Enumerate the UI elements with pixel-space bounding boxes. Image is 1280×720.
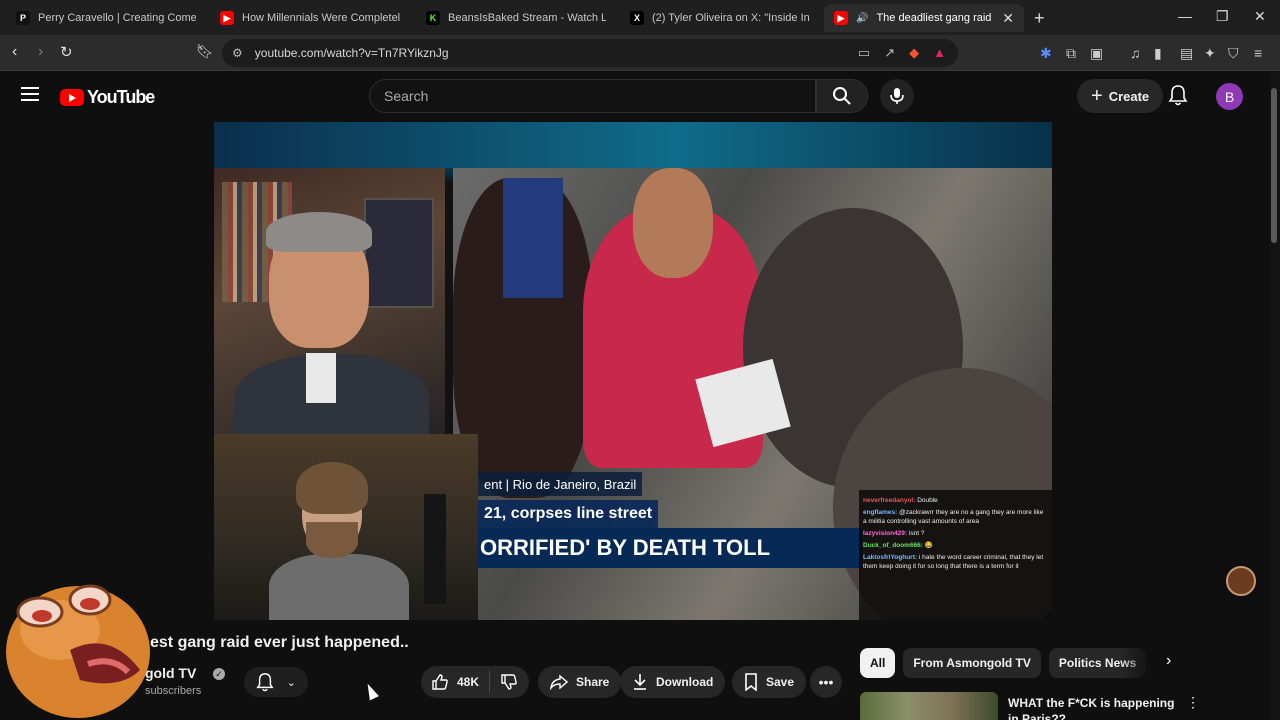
bell-icon	[256, 673, 274, 692]
back-icon[interactable]: ‹	[12, 43, 17, 61]
subscription-notifications-button[interactable]: ⌄	[244, 667, 308, 697]
thumbs-down-icon	[501, 674, 517, 690]
cast-icon[interactable]: ▭	[858, 45, 870, 61]
search-input[interactable]: Search	[369, 79, 816, 113]
floating-streamer-emote[interactable]	[1226, 566, 1256, 596]
browser-tab-4[interactable]: X (2) Tyler Oliveira on X: "Inside India…	[620, 4, 820, 32]
chip-all[interactable]: All	[860, 648, 896, 678]
like-dislike-group: 48K	[421, 666, 529, 698]
chevron-right-icon[interactable]: ›	[1166, 652, 1171, 670]
puzzle-extensions-icon[interactable]: ⧉	[1066, 45, 1076, 62]
chat-message: lazyvision429: isnt ?	[863, 530, 925, 537]
youtube-icon: ▶	[220, 11, 234, 25]
guest-webcam	[214, 168, 445, 434]
search-icon	[833, 87, 851, 105]
browser-toolbar: ‹ › ↻ 🔖︎ ⚙ youtube.com/watch?v=Tn7RYikzn…	[0, 35, 1280, 71]
stream-chat-overlay: neverfreedanyol: Double engflames: @zack…	[859, 490, 1052, 620]
create-button[interactable]: + Create	[1077, 79, 1164, 113]
scrollbar-thumb[interactable]	[1271, 88, 1277, 243]
sidebar-icon[interactable]: ▮	[1154, 45, 1162, 62]
bookmark-icon[interactable]: 🔖︎	[196, 43, 214, 60]
screenshot-icon[interactable]: ▣	[1090, 45, 1103, 62]
plus-icon: +	[1091, 84, 1103, 107]
minimize-icon[interactable]: —	[1178, 8, 1192, 24]
media-icon[interactable]: ♫	[1130, 45, 1141, 61]
wallet-icon[interactable]: ▤	[1180, 45, 1193, 62]
share-arrow-icon	[550, 674, 568, 690]
more-horizontal-icon: •••	[818, 674, 834, 690]
browser-tab-5-active[interactable]: ▶ 🔊 The deadliest gang raid ever j ✕	[824, 4, 1024, 32]
streamer-webcam	[214, 434, 478, 620]
kick-icon: K	[426, 11, 440, 25]
recommended-video[interactable]: WHAT the F*CK is happening in Paris?? ⋮	[860, 692, 1260, 720]
forward-icon[interactable]: ›	[38, 43, 43, 61]
download-icon	[634, 674, 646, 690]
chat-message: LaktosfriYoghurt: i hate the word career…	[863, 554, 1044, 570]
chevron-down-icon: ⌄	[286, 676, 296, 689]
youtube-play-icon	[60, 89, 84, 106]
browser-tab-3[interactable]: K BeansIsBaked Stream - Watch Live o	[416, 4, 616, 32]
brave-shields-icon[interactable]: ◆	[909, 45, 919, 61]
news-lower-third: ent | Rio de Janeiro, Brazil 21, corpses…	[478, 472, 862, 572]
chat-message: neverfreedanyol: Double	[863, 497, 938, 504]
new-tab-icon[interactable]: +	[1034, 8, 1045, 29]
download-button[interactable]: Download	[620, 666, 726, 698]
youtube-logo[interactable]: YouTube	[60, 87, 155, 108]
browser-tab-bar: P Perry Caravello | Creating Comedy, V ▶…	[0, 0, 1280, 35]
brave-rewards-icon[interactable]: ▲	[933, 45, 946, 61]
more-actions-button[interactable]: •••	[810, 666, 842, 698]
hamburger-menu-icon[interactable]	[21, 87, 39, 101]
mouse-cursor	[363, 681, 379, 701]
video-top-band	[214, 122, 1052, 168]
youtube-icon: ▶	[834, 11, 848, 25]
site-settings-icon[interactable]: ⚙	[232, 46, 243, 60]
close-tab-icon[interactable]: ✕	[1002, 10, 1014, 27]
bell-icon	[1168, 85, 1188, 106]
recommended-title[interactable]: WHAT the F*CK is happening in Paris??	[1008, 695, 1183, 720]
verified-check-icon: ✓	[213, 668, 225, 680]
browser-tab-1[interactable]: P Perry Caravello | Creating Comedy, V	[6, 4, 206, 32]
extension-icon[interactable]: ✱	[1040, 45, 1052, 62]
youtube-header: YouTube Search + Create B	[0, 72, 1270, 120]
thumbs-up-icon	[432, 674, 448, 690]
mascot-overlay	[6, 584, 150, 718]
address-bar[interactable]: ⚙ youtube.com/watch?v=Tn7RYikznJg ▭ ↗ ◆ …	[222, 39, 958, 67]
reload-icon[interactable]: ↻	[60, 43, 73, 61]
video-player[interactable]: ent | Rio de Janeiro, Brazil 21, corpses…	[214, 122, 1052, 620]
voice-search-button[interactable]	[880, 79, 914, 113]
video-title: est gang raid ever just happened..	[150, 634, 409, 651]
patreon-icon: P	[16, 11, 30, 25]
restore-icon[interactable]: ❐	[1216, 8, 1229, 25]
dislike-button[interactable]	[490, 673, 528, 691]
chat-message: Duck_of_doom666: 😂	[863, 542, 933, 549]
more-vertical-icon[interactable]: ⋮	[1186, 694, 1200, 711]
microphone-icon	[890, 88, 904, 104]
search-button[interactable]	[816, 79, 868, 113]
like-button[interactable]: 48K	[421, 671, 491, 693]
save-bookmark-icon	[745, 673, 757, 691]
account-avatar[interactable]: B	[1216, 83, 1243, 110]
share-page-icon[interactable]: ↗	[884, 45, 895, 61]
close-window-icon[interactable]: ✕	[1254, 8, 1266, 25]
leo-ai-icon[interactable]: ✦	[1204, 45, 1216, 62]
vpn-icon[interactable]: ⛉	[1228, 45, 1239, 62]
browser-tab-2[interactable]: ▶ How Millennials Were Completely Br	[210, 4, 410, 32]
save-button[interactable]: Save	[732, 666, 807, 698]
chip-from-channel[interactable]: From Asmongold TV	[903, 648, 1041, 678]
recommended-thumbnail[interactable]	[860, 692, 998, 720]
browser-menu-icon[interactable]: ≡	[1254, 45, 1262, 61]
notifications-button[interactable]	[1168, 84, 1188, 111]
speaker-icon: 🔊	[856, 12, 869, 24]
x-icon: X	[630, 11, 644, 25]
chat-message: engflames: @zackrawrr they are no a gang…	[863, 509, 1044, 525]
share-button[interactable]: Share	[538, 666, 622, 698]
